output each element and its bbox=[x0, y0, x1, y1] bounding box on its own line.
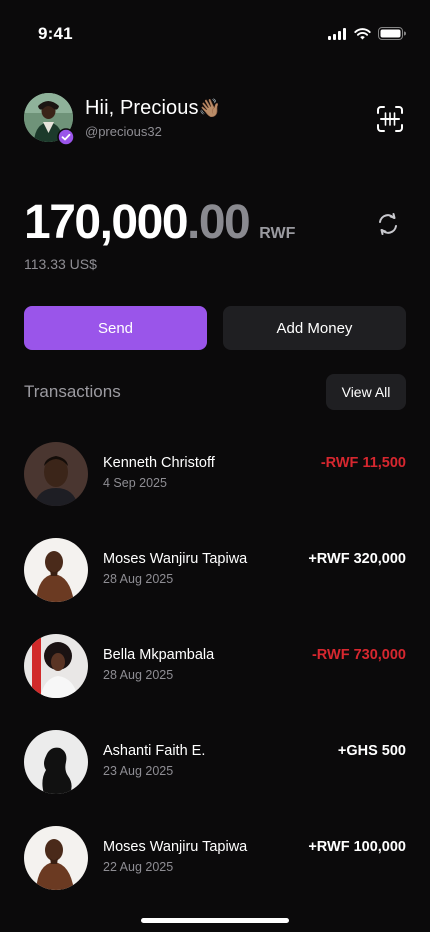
balance-decimal: .00 bbox=[187, 196, 251, 249]
transaction-amount: +RWF 320,000 bbox=[308, 551, 406, 567]
profile-avatar[interactable] bbox=[24, 93, 75, 146]
status-time: 9:41 bbox=[38, 24, 73, 43]
transaction-name: Ashanti Faith E. bbox=[103, 743, 206, 759]
verified-badge-icon bbox=[57, 128, 75, 146]
balance-integer: 170,000 bbox=[24, 196, 189, 249]
transaction-amount: +GHS 500 bbox=[337, 743, 406, 759]
greeting-label: Hii, Precious bbox=[85, 97, 199, 119]
balance-currency: RWF bbox=[259, 225, 296, 242]
transaction-name: Moses Wanjiru Tapiwa bbox=[103, 551, 248, 567]
status-icons bbox=[328, 27, 406, 40]
transaction-date: 28 Aug 2025 bbox=[103, 572, 174, 586]
contact-avatar bbox=[24, 442, 88, 506]
transaction-date: 4 Sep 2025 bbox=[103, 476, 167, 490]
username: @precious32 bbox=[85, 124, 162, 139]
transactions-list: Kenneth Christoff 4 Sep 2025 -RWF 11,500… bbox=[24, 442, 406, 922]
transaction-row[interactable]: Ashanti Faith E. 23 Aug 2025 +GHS 500 bbox=[24, 730, 406, 826]
contact-avatar bbox=[24, 634, 88, 698]
battery-icon bbox=[378, 27, 406, 40]
transaction-name: Bella Mkpambala bbox=[103, 647, 215, 663]
transaction-name: Moses Wanjiru Tapiwa bbox=[103, 839, 248, 855]
transaction-amount: -RWF 11,500 bbox=[320, 455, 406, 471]
add-money-button[interactable]: Add Money bbox=[223, 306, 406, 350]
transaction-row[interactable]: Bella Mkpambala 28 Aug 2025 -RWF 730,000 bbox=[24, 634, 406, 730]
transactions-title: Transactions bbox=[24, 382, 121, 401]
wave-emoji: 👋🏽 bbox=[198, 98, 222, 118]
transaction-date: 23 Aug 2025 bbox=[103, 764, 174, 778]
contact-avatar bbox=[24, 730, 88, 794]
status-bar: 9:41 bbox=[0, 0, 430, 70]
send-button[interactable]: Send bbox=[24, 306, 207, 350]
transaction-row[interactable]: Moses Wanjiru Tapiwa 28 Aug 2025 +RWF 32… bbox=[24, 538, 406, 634]
wifi-icon bbox=[354, 27, 371, 39]
swap-currency-icon[interactable] bbox=[375, 211, 401, 237]
transaction-date: 28 Aug 2025 bbox=[103, 668, 174, 682]
contact-avatar bbox=[24, 826, 88, 890]
balance-amount: 170,000.00 RWF bbox=[24, 195, 295, 250]
home-indicator[interactable] bbox=[141, 918, 289, 923]
transaction-amount: -RWF 730,000 bbox=[311, 647, 406, 663]
transaction-row[interactable]: Kenneth Christoff 4 Sep 2025 -RWF 11,500 bbox=[24, 442, 406, 538]
transaction-date: 22 Aug 2025 bbox=[103, 860, 174, 874]
transaction-row[interactable]: Moses Wanjiru Tapiwa 22 Aug 2025 +RWF 10… bbox=[24, 826, 406, 922]
profile-header: Hii, Precious👋🏽 @precious32 bbox=[24, 93, 406, 147]
transaction-name: Kenneth Christoff bbox=[103, 455, 215, 471]
balance-usd-equivalent: 113.33 US$ bbox=[24, 256, 97, 272]
cellular-signal-icon bbox=[328, 27, 346, 40]
contact-avatar bbox=[24, 538, 88, 602]
transaction-amount: +RWF 100,000 bbox=[308, 839, 406, 855]
greeting-text: Hii, Precious👋🏽 bbox=[85, 97, 221, 120]
view-all-button[interactable]: View All bbox=[326, 374, 406, 410]
scan-icon[interactable] bbox=[376, 105, 404, 133]
